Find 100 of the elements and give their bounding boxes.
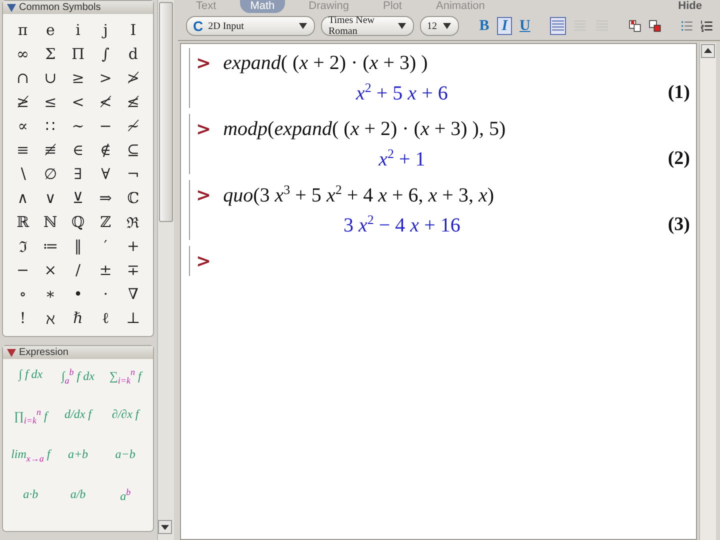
bold-button[interactable]: B [477,17,492,35]
symbol-item[interactable]: ¬ [119,162,147,186]
symbol-item[interactable]: ∗ [36,282,64,306]
region-icon[interactable] [628,17,642,35]
symbol-item[interactable]: ∃ [64,162,92,186]
symbol-item[interactable]: ∈ [64,138,92,162]
region-icon[interactable] [648,17,662,35]
symbol-item[interactable]: ⊥ [119,306,147,330]
symbol-item[interactable]: > [92,66,120,90]
symbol-item[interactable]: ∀ [92,162,120,186]
symbol-item[interactable]: ℂ [119,186,147,210]
underline-button[interactable]: U [518,17,532,35]
symbol-item[interactable]: ∝ [9,114,37,138]
symbol-item[interactable]: ≮ [92,90,120,114]
font-dropdown[interactable]: Times New Roman [321,16,414,36]
math-output: x$^{2}$ + 5 x + 6 [354,80,449,106]
symbol-item[interactable]: ≱ [9,90,37,114]
triangle-icon [7,348,16,356]
math-input[interactable]: quo(3 x$^{3}$ + 5 x$^{2}$ + 4 x + 6, x + 3, x) [223,182,494,208]
symbol-item[interactable]: ℓ [92,306,120,330]
symbol-item[interactable]: ∼ [64,114,92,138]
symbol-item[interactable]: Π [64,42,92,66]
symbol-item[interactable]: ± [92,258,120,282]
font-name: Times New Roman [328,15,376,37]
symbol-item[interactable]: ℝ [9,210,37,234]
symbol-item[interactable]: / [64,258,92,282]
symbol-item[interactable]: ≥ [64,66,92,90]
font-size: 12 [426,20,437,32]
math-input[interactable]: modp(expand( (x + 2) · (x + 3) ), 5) [223,118,506,140]
palette-header[interactable]: Expression [3,346,153,359]
symbol-item[interactable]: ℑ [9,234,37,258]
input-prompt: > [196,184,212,206]
caret-icon [298,23,308,29]
hide-link[interactable]: Hide [678,0,702,13]
input-prompt: > [196,250,212,272]
scrollbar-thumb[interactable] [159,2,173,222]
expression-template[interactable]: a$^{b}$ [120,487,131,527]
symbol-item[interactable]: ∪ [36,66,64,90]
symbol-item[interactable]: ℤ [92,210,120,234]
symbol-item[interactable]: ≤ [36,90,64,114]
input-mode-dropdown[interactable]: C 2D Input [186,16,316,36]
symbol-item[interactable]: − [92,114,120,138]
expression-template[interactable]: lim$_{x→a}$ f [11,447,50,487]
symbol-item[interactable]: ∨ [36,186,64,210]
expression-template[interactable]: ∏$_{i=k}$$^{n}$ f [14,407,48,447]
symbol-item[interactable]: ∷ [36,114,64,138]
symbol-item[interactable]: ≯ [119,66,147,90]
symbol-item[interactable]: ∧ [9,186,37,210]
symbol-item[interactable]: ′ [92,234,120,258]
symbol-item[interactable]: · [92,282,120,306]
symbol-item[interactable]: ℏ [64,306,92,330]
symbol-item[interactable]: ℜ [119,210,147,234]
palette-header[interactable]: Common Symbols [3,1,153,14]
expression-template[interactable]: ∫$_{a}$$^{b}$ f dx [62,367,94,407]
symbol-item[interactable]: ≁ [119,114,147,138]
input-prompt: > [196,118,212,140]
symbol-item[interactable]: + [119,234,147,258]
symbol-item[interactable]: ⊻ [64,186,92,210]
math-input[interactable]: expand( (x + 2) · (x + 3) ) [223,52,428,74]
symbol-item[interactable]: • [64,282,92,306]
symbol-item[interactable]: − [9,258,37,282]
symbol-item[interactable]: I [119,18,147,42]
symbol-item[interactable]: ∇ [119,282,147,306]
symbol-item[interactable]: ∅ [36,162,64,186]
symbol-item[interactable]: ! [9,306,37,330]
symbol-item[interactable]: ≢ [36,138,64,162]
symbol-item[interactable]: ∓ [119,258,147,282]
symbol-item[interactable]: ∩ [9,66,37,90]
scrollbar[interactable] [699,43,716,540]
size-dropdown[interactable]: 12 [420,16,459,36]
symbol-item[interactable]: ∞ [9,42,37,66]
equation-label: (3) [668,214,690,236]
symbol-item[interactable]: ⊆ [119,138,147,162]
symbol-item[interactable]: d [119,42,147,66]
symbol-item[interactable]: ℚ [64,210,92,234]
symbol-item[interactable]: < [64,90,92,114]
symbol-item[interactable]: ≔ [36,234,64,258]
align-button[interactable] [550,17,566,35]
italic-button[interactable]: I [497,17,512,35]
symbol-item[interactable]: ∘ [9,282,37,306]
symbol-item[interactable]: e [36,18,64,42]
symbol-item[interactable]: ≡ [9,138,37,162]
symbol-item[interactable]: ℕ [36,210,64,234]
symbol-item[interactable]: ⇒ [92,186,120,210]
caret-icon [396,23,407,29]
symbol-item[interactable]: ∉ [92,138,120,162]
symbol-item[interactable]: ℵ [36,306,64,330]
symbol-item[interactable]: ‖ [64,234,92,258]
symbol-item[interactable]: ∫ [92,42,120,66]
expression-template[interactable]: ∑$_{i=k}$$^{n}$ f [109,367,142,407]
symbol-item[interactable]: Σ [36,42,64,66]
symbol-item[interactable]: × [36,258,64,282]
symbol-item[interactable]: π [9,18,37,42]
scrollbar[interactable] [157,0,174,540]
math-output: 3 x$^{2}$ − 4 x + 16 [342,212,462,238]
symbol-item[interactable]: ≰ [119,90,147,114]
symbol-item[interactable]: i [64,18,92,42]
symbol-item[interactable]: j [92,18,120,42]
symbol-item[interactable]: ∖ [9,162,37,186]
caret-icon [442,23,452,29]
